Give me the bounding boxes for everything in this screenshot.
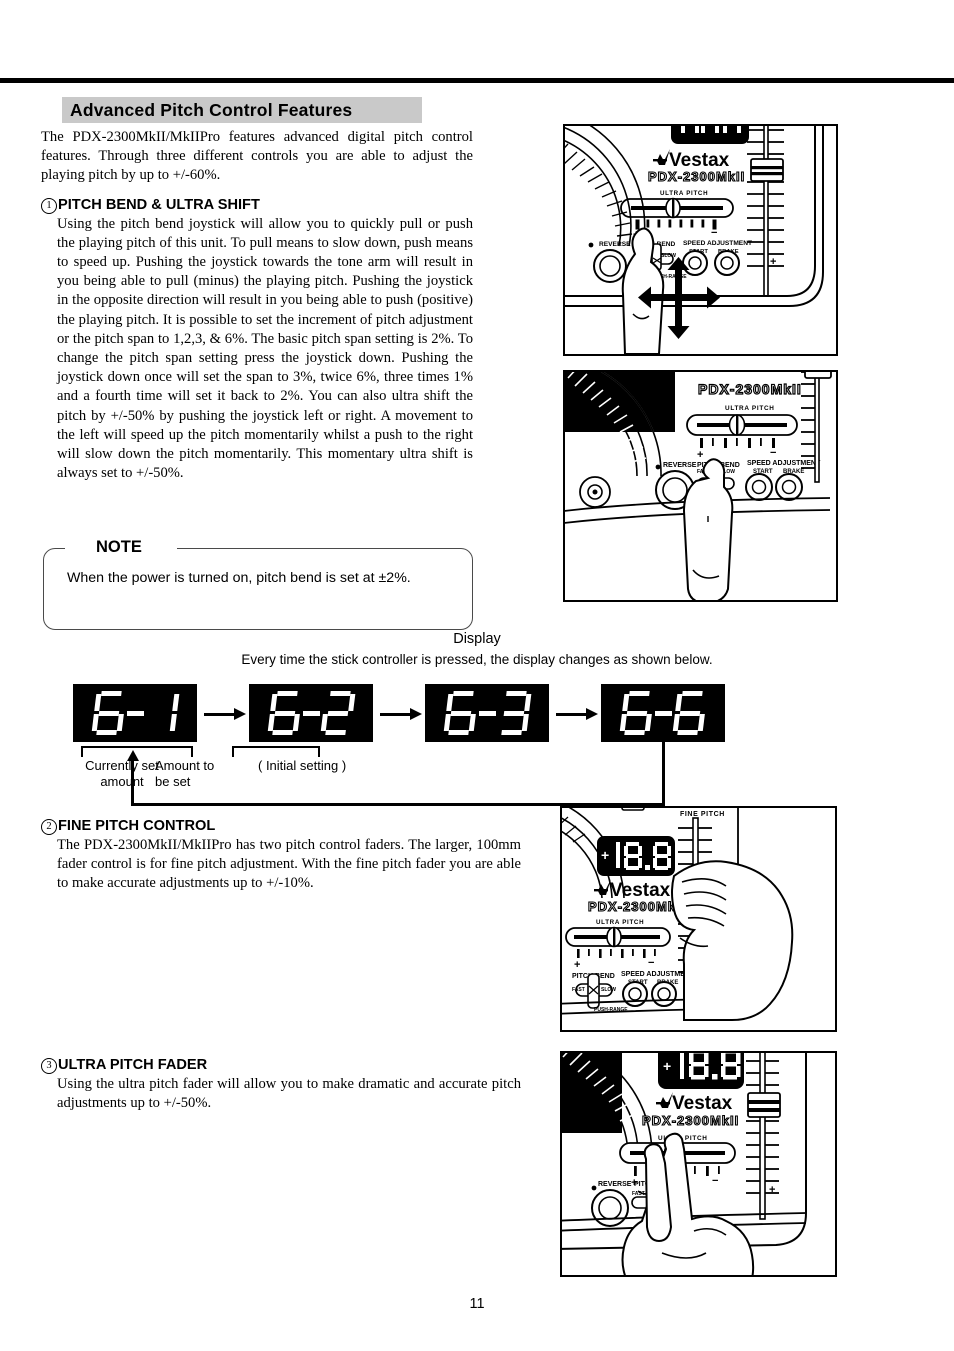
hand-illustration-3 bbox=[671, 860, 794, 1021]
svg-text:−: − bbox=[648, 957, 654, 969]
led-display-1 bbox=[73, 684, 197, 742]
illustration-ultra-pitch: + Vestax PDX-2300MkII + − REVERSE PITCH … bbox=[560, 1051, 837, 1277]
led-dash-2 bbox=[302, 710, 320, 716]
section-heading-2: 2 FINE PITCH CONTROL bbox=[41, 818, 521, 836]
section-heading-1: 1 PITCH BEND & ULTRA SHIFT bbox=[41, 197, 473, 215]
svg-text:SLOW: SLOW bbox=[661, 253, 676, 259]
display-section-subtitle: Every time the stick controller is press… bbox=[241, 652, 713, 667]
page-number: 11 bbox=[469, 1296, 485, 1312]
led-dash-3 bbox=[478, 710, 496, 716]
section-body-2: The PDX-2300MkII/MkIIPro has two pitch c… bbox=[57, 837, 521, 892]
section-body-3: Using the ultra pitch fader will allow y… bbox=[57, 1076, 521, 1112]
led-display-4 bbox=[601, 684, 725, 742]
svg-text:SPEED ADJUSTMENT: SPEED ADJUSTMENT bbox=[747, 460, 821, 467]
section-3-block: 3 ULTRA PITCH FADER Using the ultra pitc… bbox=[41, 1057, 521, 1113]
svg-text:−: − bbox=[711, 227, 717, 239]
section-heading-3: 3 ULTRA PITCH FADER bbox=[41, 1057, 521, 1075]
label-initial-setting: ( Initial setting ) bbox=[258, 758, 347, 773]
svg-text:PDX-2300MkII: PDX-2300MkII bbox=[698, 381, 802, 397]
svg-text:+: + bbox=[663, 1058, 671, 1074]
seg7-digit-right-3 bbox=[496, 691, 531, 735]
section-number-3: 3 bbox=[41, 1058, 57, 1074]
svg-text:FAST: FAST bbox=[632, 1191, 645, 1197]
svg-text:SLOW: SLOW bbox=[601, 987, 616, 993]
led-dash-1 bbox=[126, 710, 144, 716]
turntable-drawing-1: Vestax PDX-2300MkII ULTRA PITCH + − bbox=[565, 126, 824, 354]
svg-text:+: + bbox=[769, 1184, 775, 1196]
section-body-1: Using the pitch bend joystick will allow… bbox=[57, 215, 473, 482]
section-number-2: 2 bbox=[41, 819, 57, 835]
illustration-joystick-press: PDX-2300MkII ULTRA PITCH + − REVERSE PIT… bbox=[563, 370, 838, 602]
seg7-digit-left-2 bbox=[267, 691, 302, 735]
page-title: Advanced Pitch Control Features bbox=[70, 100, 353, 120]
turntable-drawing-3: + Vestax PDX-2300MkII ULTRA PITCH + − PI… bbox=[562, 808, 794, 1021]
svg-text:REVERSE: REVERSE bbox=[598, 1181, 632, 1188]
svg-text:+: + bbox=[770, 256, 776, 268]
fine-pitch-fader-1 bbox=[747, 126, 784, 297]
section-title-2: FINE PITCH CONTROL bbox=[58, 818, 216, 834]
loop-line-right bbox=[662, 740, 665, 806]
svg-text:REVERSE: REVERSE bbox=[599, 241, 631, 248]
bracket-amount-to-be-set bbox=[232, 746, 320, 757]
section-2-block: 2 FINE PITCH CONTROL The PDX-2300MkII/Mk… bbox=[41, 818, 521, 894]
svg-text:PDX-2300MkII: PDX-2300MkII bbox=[648, 169, 745, 184]
note-text: When the power is turned on, pitch bend … bbox=[67, 570, 411, 586]
svg-text:FAST: FAST bbox=[572, 987, 585, 993]
section-title-3: ULTRA PITCH FADER bbox=[58, 1057, 208, 1073]
svg-text:ULTRA PITCH: ULTRA PITCH bbox=[660, 190, 708, 197]
turntable-drawing-4: + Vestax PDX-2300MkII + − REVERSE PITCH … bbox=[562, 1053, 807, 1275]
svg-text:SPEED ADJUSTMENT: SPEED ADJUSTMENT bbox=[683, 240, 752, 247]
led-display-3 bbox=[425, 684, 549, 742]
svg-text:PDX-2300MkII: PDX-2300MkII bbox=[642, 1113, 739, 1128]
svg-text:−: − bbox=[712, 1175, 718, 1187]
note-box: NOTE When the power is turned on, pitch … bbox=[43, 537, 473, 630]
loop-line-vertical bbox=[131, 760, 134, 806]
led-dash-4 bbox=[654, 710, 672, 716]
svg-text:+: + bbox=[601, 847, 609, 863]
svg-text:ULTRA PITCH: ULTRA PITCH bbox=[725, 405, 775, 412]
svg-text:Vestax: Vestax bbox=[610, 880, 671, 901]
manual-page: Advanced Pitch Control Features The PDX-… bbox=[0, 0, 954, 1351]
label-amount-to-be-set: Amount to be set bbox=[155, 758, 215, 789]
section-number-1: 1 bbox=[41, 197, 57, 214]
vestax-logo-3 bbox=[592, 879, 611, 895]
svg-text:FINE PITCH: FINE PITCH bbox=[680, 811, 725, 818]
display-annotations: Currently set amount Amount to be set ( … bbox=[0, 740, 954, 808]
illustration-joystick-directions: Vestax PDX-2300MkII ULTRA PITCH + − bbox=[563, 124, 838, 356]
svg-text:Vestax: Vestax bbox=[672, 1093, 733, 1114]
svg-text:REVERSE: REVERSE bbox=[663, 462, 697, 469]
svg-text:−: − bbox=[770, 447, 776, 459]
seg7-digit-left-4 bbox=[619, 691, 654, 735]
led-display-2 bbox=[249, 684, 373, 742]
top-rule bbox=[0, 78, 954, 83]
svg-text:ULTRA PITCH: ULTRA PITCH bbox=[596, 919, 644, 926]
vestax-logo-4 bbox=[654, 1092, 673, 1108]
seg7-digit-right-2 bbox=[320, 691, 355, 735]
section-title-1: PITCH BEND & ULTRA SHIFT bbox=[58, 196, 260, 213]
vestax-logo-1 bbox=[651, 149, 670, 165]
display-sequence bbox=[0, 684, 954, 746]
svg-text:PDX-2300MkII: PDX-2300MkII bbox=[588, 899, 685, 914]
display-section-title: Display bbox=[453, 631, 501, 647]
svg-text:Vestax: Vestax bbox=[669, 150, 730, 171]
svg-text:+: + bbox=[697, 449, 703, 461]
turntable-drawing-2: PDX-2300MkII ULTRA PITCH + − REVERSE PIT… bbox=[565, 372, 832, 600]
left-column: The PDX-2300MkII/MkIIPro features advanc… bbox=[41, 128, 473, 483]
seg7-digit-right-4 bbox=[672, 691, 707, 735]
svg-text:+: + bbox=[574, 959, 580, 971]
seg7-digit-left-3 bbox=[443, 691, 478, 735]
intro-paragraph: The PDX-2300MkII/MkIIPro features advanc… bbox=[41, 129, 473, 184]
seg7-digit-right-1 bbox=[144, 691, 179, 735]
seg7-digit-left-1 bbox=[91, 691, 126, 735]
note-border bbox=[43, 548, 473, 630]
illustration-fine-pitch: + Vestax PDX-2300MkII ULTRA PITCH + − PI… bbox=[560, 806, 837, 1032]
note-label: NOTE bbox=[90, 537, 148, 557]
